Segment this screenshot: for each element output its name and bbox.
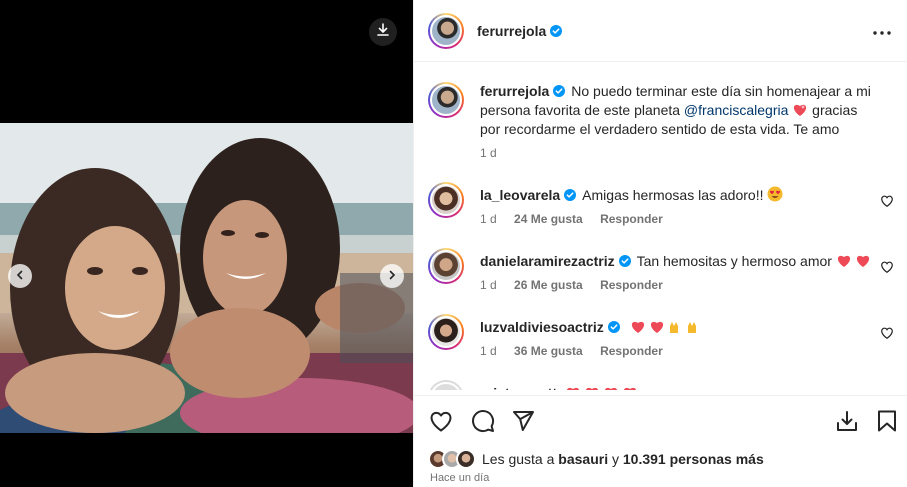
author-avatar[interactable] xyxy=(428,82,464,118)
post-timestamp[interactable]: Hace un día xyxy=(430,472,489,484)
post-photo xyxy=(0,123,413,433)
verified-badge-icon xyxy=(564,189,577,201)
action-bar xyxy=(414,395,907,445)
like-comment-heart-icon[interactable] xyxy=(880,260,894,274)
download-button[interactable] xyxy=(369,18,397,46)
four-hearts-emoji-icon xyxy=(566,387,636,390)
comment-text: danielaramirezactriz Tan hemositas y herm… xyxy=(480,252,872,271)
download-icon xyxy=(376,22,390,42)
download-tray-icon xyxy=(837,411,857,431)
share-button[interactable] xyxy=(510,408,536,434)
likes-summary[interactable]: Les gusta a basauri y 10.391 personas má… xyxy=(428,448,764,470)
two-hearts-emoji-icon xyxy=(837,255,869,267)
comment-time[interactable]: 1 d xyxy=(480,278,497,292)
paper-plane-icon xyxy=(513,411,534,431)
comment-text: la_leovarela Amigas hermosas las adoro!! xyxy=(480,186,872,205)
comment-username[interactable]: luzvaldiviesoactriz xyxy=(480,319,604,335)
like-comment-heart-icon[interactable] xyxy=(880,326,894,340)
comment-username[interactable]: cristomontt xyxy=(480,385,557,390)
verified-badge-icon xyxy=(553,85,566,97)
caption-meta: 1 d xyxy=(480,146,511,160)
reply-button[interactable]: Responder xyxy=(600,344,663,358)
author-username[interactable]: ferurrejola xyxy=(477,23,546,39)
likes-prefix: Les gusta a xyxy=(482,451,559,467)
bookmark-icon xyxy=(878,410,896,432)
caption-username[interactable]: ferurrejola xyxy=(480,83,549,99)
liker-avatar xyxy=(456,449,476,469)
heart-eyes-emoji-icon xyxy=(767,186,783,202)
comment-likes[interactable]: 26 Me gusta xyxy=(514,278,583,292)
comment-bubble-icon xyxy=(472,410,495,433)
comment-time[interactable]: 1 d xyxy=(480,212,497,226)
ellipsis-icon xyxy=(873,22,891,40)
comment-text: luzvaldiviesoactriz xyxy=(480,318,872,337)
caption-mention-link[interactable]: @franciscalegria xyxy=(684,102,788,118)
heart-icon xyxy=(430,411,452,432)
like-comment-heart-icon[interactable] xyxy=(880,194,894,208)
comment-text: cristomontt xyxy=(480,384,872,390)
verified-badge-icon xyxy=(607,321,620,333)
caption-time[interactable]: 1 d xyxy=(480,146,497,160)
media-pane xyxy=(0,0,413,487)
verified-badge-icon xyxy=(550,24,563,37)
chevron-left-icon xyxy=(15,267,25,285)
previous-photo-button[interactable] xyxy=(8,264,32,288)
comment-meta: 1 d 26 Me gusta Responder xyxy=(480,278,677,292)
comment-username[interactable]: danielaramirezactriz xyxy=(480,253,615,269)
post-header: ferurrejola xyxy=(414,0,907,62)
comment-body: Amigas hermosas las adoro!! xyxy=(582,187,764,203)
caption-text: ferurrejola No puedo terminar este día si… xyxy=(480,82,872,139)
post-details-pane: ferurrejola ferurrejola No puedo terminar… xyxy=(413,0,907,487)
comment-meta: 1 d 24 Me gusta Responder xyxy=(480,212,677,226)
reply-button[interactable]: Responder xyxy=(600,278,663,292)
next-photo-button[interactable] xyxy=(380,264,404,288)
commenter-avatar[interactable] xyxy=(428,380,464,390)
sparkling-heart-icon xyxy=(794,104,807,116)
likes-count[interactable]: 10.391 personas más xyxy=(623,451,764,467)
liker-username[interactable]: basauri xyxy=(558,451,608,467)
reply-button[interactable]: Responder xyxy=(600,212,663,226)
comment-likes[interactable]: 24 Me gusta xyxy=(514,212,583,226)
comment-button[interactable] xyxy=(470,408,496,434)
author-avatar[interactable] xyxy=(428,12,464,49)
commenter-avatar[interactable] xyxy=(428,182,464,218)
more-options-button[interactable] xyxy=(870,20,894,42)
verified-badge-icon xyxy=(618,255,631,267)
comment-username[interactable]: la_leovarela xyxy=(480,187,560,203)
commenter-avatar[interactable] xyxy=(428,314,464,350)
comments-list[interactable]: ferurrejola No puedo terminar este día si… xyxy=(414,62,907,390)
chevron-right-icon xyxy=(387,267,397,285)
commenter-avatar[interactable] xyxy=(428,248,464,284)
save-button[interactable] xyxy=(874,408,900,434)
comment-time[interactable]: 1 d xyxy=(480,344,497,358)
instagram-post-view: ferurrejola ferurrejola No puedo terminar… xyxy=(0,0,907,487)
comment-likes[interactable]: 36 Me gusta xyxy=(514,344,583,358)
hearts-and-raised-hands-emoji-icon xyxy=(631,321,696,333)
like-button[interactable] xyxy=(428,408,454,434)
download-post-button[interactable] xyxy=(834,408,860,434)
likes-conjunction: y xyxy=(608,451,623,467)
comment-body: Tan hemositas y hermoso amor xyxy=(636,253,832,269)
likes-text: Les gusta a basauri y 10.391 personas má… xyxy=(482,451,764,467)
comment-meta: 1 d 36 Me gusta Responder xyxy=(480,344,677,358)
